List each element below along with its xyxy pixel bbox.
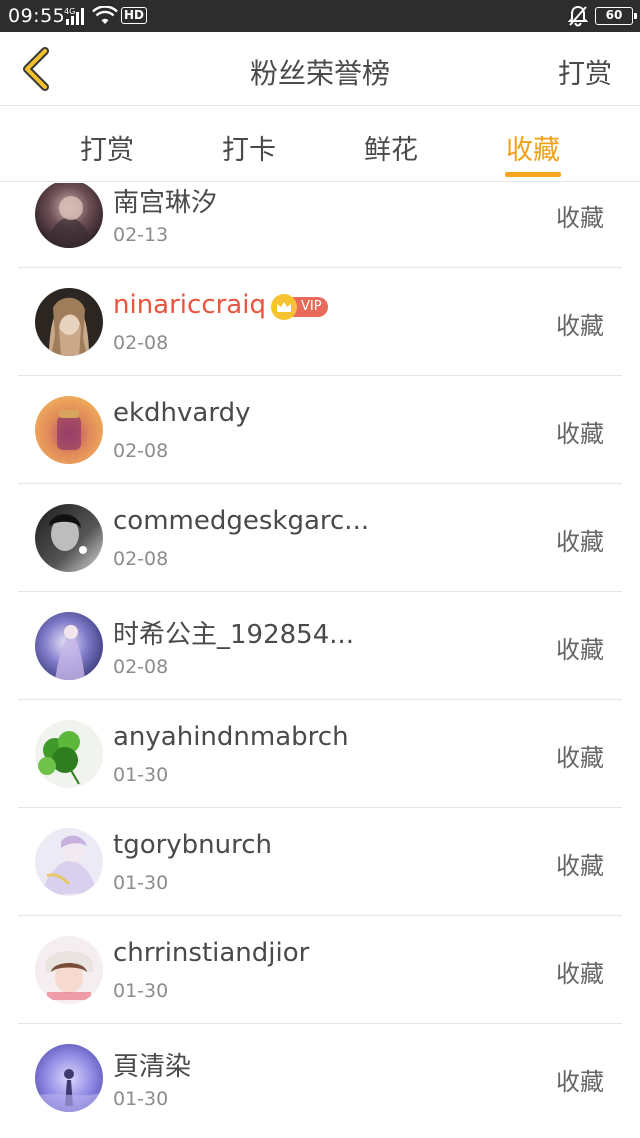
muted-bell-icon: [567, 5, 589, 31]
avatar: [35, 720, 103, 788]
status-bar: 09:55 4G HD 60: [0, 0, 640, 32]
favorite-date: 01-30: [113, 764, 169, 786]
chevron-left-icon: [23, 47, 49, 91]
list-item[interactable]: chrrinstiandjior 01-30 收藏: [18, 916, 622, 1024]
list-item[interactable]: tgorybnurch 01-30 收藏: [18, 808, 622, 916]
avatar: [35, 936, 103, 1004]
action-label: 收藏: [556, 204, 604, 232]
user-name: chrrinstiandjior: [113, 938, 310, 968]
favorite-date: 01-30: [113, 980, 169, 1002]
favorite-date: 02-08: [113, 656, 169, 678]
favorite-date: 02-08: [113, 332, 169, 354]
user-name: 南宫琳汐: [113, 188, 218, 218]
action-label: 收藏: [556, 960, 604, 988]
vip-badge: VIP: [271, 294, 328, 320]
user-name: tgorybnurch: [113, 830, 273, 860]
favorite-date: 02-08: [113, 440, 169, 462]
user-name: ekdhvardy: [113, 398, 251, 428]
active-tab-indicator: [505, 172, 561, 177]
list-item[interactable]: 頁清染 01-30 收藏: [18, 1024, 622, 1132]
network-type-label: 4G: [64, 7, 75, 16]
tab-favorites[interactable]: 收藏: [488, 128, 578, 167]
action-label: 收藏: [556, 744, 604, 772]
action-label: 收藏: [556, 636, 604, 664]
back-button[interactable]: [10, 46, 60, 92]
fan-list: 南宫琳汐 02-13 收藏 ninariccraiq VIP 02-08 收藏 …: [0, 183, 640, 1138]
favorite-date: 02-08: [113, 548, 169, 570]
action-label: 收藏: [556, 852, 604, 880]
crown-icon: [271, 294, 297, 320]
user-name: 頁清染: [113, 1052, 192, 1082]
hd-indicator: HD: [121, 7, 148, 24]
user-name: 时希公主_192854...: [113, 620, 355, 650]
list-item[interactable]: ekdhvardy 02-08 收藏: [18, 376, 622, 484]
wifi-icon: [92, 5, 118, 30]
favorite-date: 01-30: [113, 872, 169, 894]
avatar: [35, 1044, 103, 1112]
status-time: 09:55: [8, 5, 66, 27]
favorite-date: 01-30: [113, 1088, 169, 1110]
list-item[interactable]: 时希公主_192854... 02-08 收藏: [18, 592, 622, 700]
avatar: [35, 504, 103, 572]
list-item[interactable]: 南宫琳汐 02-13 收藏: [18, 183, 622, 268]
user-name: anyahindnmabrch: [113, 722, 349, 752]
tab-reward[interactable]: 打赏: [62, 128, 152, 167]
avatar: [35, 288, 103, 356]
signal-icon: 4G: [64, 6, 88, 30]
action-label: 收藏: [556, 528, 604, 556]
battery-indicator: 60: [595, 7, 637, 25]
tab-bar: 打赏 打卡 鲜花 收藏: [0, 106, 640, 182]
list-item[interactable]: anyahindnmabrch 01-30 收藏: [18, 700, 622, 808]
action-label: 收藏: [556, 420, 604, 448]
action-label: 收藏: [556, 312, 604, 340]
list-item[interactable]: ninariccraiq VIP 02-08 收藏: [18, 268, 622, 376]
avatar: [35, 183, 103, 248]
user-name: ninariccraiq: [113, 290, 266, 320]
list-item[interactable]: commedgeskgarc... 02-08 收藏: [18, 484, 622, 592]
user-name: commedgeskgarc...: [113, 506, 370, 536]
reward-button[interactable]: 打赏: [558, 52, 612, 91]
avatar: [35, 612, 103, 680]
page-title: 粉丝荣誉榜: [249, 57, 390, 90]
avatar: [35, 828, 103, 896]
tab-flowers[interactable]: 鲜花: [346, 128, 436, 167]
top-nav-bar: 粉丝荣誉榜 打赏: [0, 32, 640, 106]
tab-checkin[interactable]: 打卡: [204, 128, 294, 167]
favorite-date: 02-13: [113, 224, 169, 246]
avatar: [35, 396, 103, 464]
action-label: 收藏: [556, 1068, 604, 1096]
